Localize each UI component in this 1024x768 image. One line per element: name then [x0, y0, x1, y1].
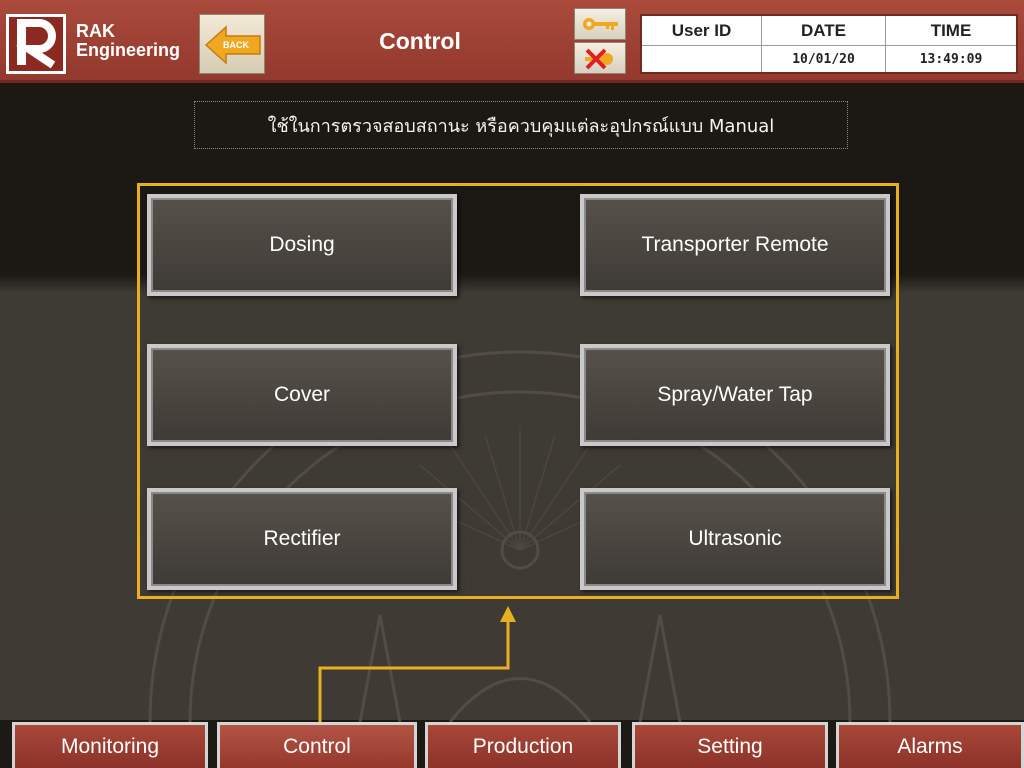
back-label: BACK	[223, 40, 249, 50]
ultrasonic-button[interactable]: Ultrasonic	[580, 488, 890, 590]
key-x-icon	[585, 48, 613, 70]
page-title: Control	[379, 28, 461, 54]
company-name-line1: RAK	[76, 21, 115, 41]
time-value: 13:49:09	[919, 51, 983, 67]
time-label: TIME	[886, 16, 1016, 46]
nav-connector-arrow	[318, 606, 516, 722]
login-key-button[interactable]	[574, 8, 626, 40]
instruction-text: ใช้ในการตรวจสอบสถานะ หรือควบคุมแต่ละอุปก…	[194, 101, 848, 149]
company-name: RAK Engineering	[76, 22, 180, 60]
rak-logo-icon	[6, 14, 66, 74]
logout-key-button[interactable]	[574, 42, 626, 74]
nav-alarms[interactable]: Alarms	[836, 722, 1024, 768]
nav-control[interactable]: Control	[217, 722, 417, 768]
dosing-button[interactable]: Dosing	[147, 194, 457, 296]
cover-button[interactable]: Cover	[147, 344, 457, 446]
spray-water-tap-button[interactable]: Spray/Water Tap	[580, 344, 890, 446]
user-id-label: User ID	[642, 16, 762, 46]
transporter-remote-button[interactable]: Transporter Remote	[580, 194, 890, 296]
date-label: DATE	[762, 16, 886, 46]
nav-production[interactable]: Production	[425, 722, 621, 768]
back-button[interactable]: BACK	[199, 14, 265, 74]
nav-monitoring[interactable]: Monitoring	[12, 722, 208, 768]
header-bar: RAK Engineering BACK Control User ID DAT…	[0, 0, 1024, 83]
rectifier-button[interactable]: Rectifier	[147, 488, 457, 590]
user-id-value	[642, 46, 762, 72]
nav-setting[interactable]: Setting	[632, 722, 828, 768]
status-info-grid: User ID DATE TIME 10/01/20 13:49:09	[640, 14, 1018, 74]
company-name-line2: Engineering	[76, 40, 181, 60]
date-value: 10/01/20	[762, 46, 886, 72]
key-icon	[583, 18, 618, 30]
